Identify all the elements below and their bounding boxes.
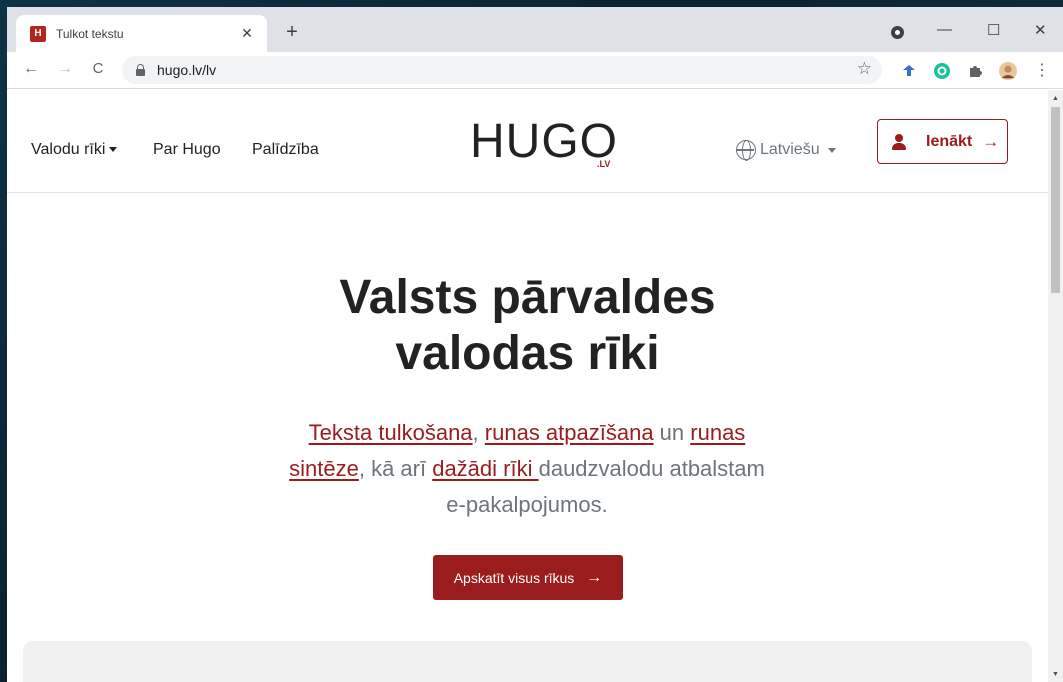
link-dazadi-riki[interactable]: dažādi rīki (432, 456, 538, 481)
url-text[interactable]: hugo.lv/lv (157, 62, 216, 78)
reload-button[interactable]: C (88, 60, 108, 77)
hero-text-part2: , kā arī (358, 456, 433, 481)
close-window-button[interactable]: ✕ (1034, 21, 1047, 39)
bookmark-star-icon[interactable]: ☆ (857, 59, 872, 79)
globe-icon (736, 140, 756, 161)
back-button[interactable]: ← (21, 60, 41, 78)
language-label: Latviešu (760, 141, 820, 158)
arrow-right-icon: → (586, 568, 603, 586)
tab-title: Tulkot tekstu (56, 26, 124, 41)
tab-close-icon[interactable]: ✕ (237, 25, 257, 42)
extension-blue-icon[interactable] (900, 62, 918, 80)
tab-tulkot-tekstu[interactable]: H Tulkot tekstu ✕ (16, 15, 267, 52)
profile-avatar[interactable] (999, 62, 1017, 80)
language-selector[interactable]: Latviešu (736, 140, 836, 161)
browser-menu-icon[interactable]: ⋮ (1032, 60, 1052, 80)
user-icon (892, 133, 906, 150)
extensions-puzzle-icon[interactable] (966, 62, 984, 80)
page-content: Valodu rīki Par Hugo Palīdzība HUGO .LV … (7, 90, 1048, 682)
browser-window: H Tulkot tekstu ✕ + — ☐ ✕ ← → C hugo.lv/… (7, 7, 1063, 682)
address-bar[interactable]: hugo.lv/lv ☆ (122, 56, 882, 84)
caret-down-icon (827, 147, 836, 153)
login-label: Ienākt (926, 132, 973, 150)
new-tab-button[interactable]: + (281, 21, 303, 44)
content-panel (23, 641, 1032, 682)
arrow-right-icon: → (982, 131, 1000, 151)
media-record-icon[interactable] (891, 26, 904, 39)
login-button[interactable]: Ienākt → (877, 119, 1008, 164)
browser-toolbar: ← → C hugo.lv/lv ☆ ⋮ (7, 52, 1063, 89)
nav-valodu-riki[interactable]: Valodu rīki (31, 141, 118, 159)
scroll-down-arrow-icon[interactable]: ▼ (1048, 668, 1063, 682)
site-navbar: Valodu rīki Par Hugo Palīdzība HUGO .LV … (7, 90, 1048, 193)
view-all-tools-button[interactable]: Apskatīt visus rīkus → (433, 555, 623, 600)
cta-label: Apskatīt visus rīkus (453, 569, 575, 586)
grammarly-icon[interactable] (933, 62, 951, 80)
hero-text-part1: un (653, 420, 691, 445)
nav-palidziba[interactable]: Palīdzība (252, 141, 319, 159)
hugo-favicon-icon: H (30, 25, 46, 42)
hero-description: Teksta tulkošana, runas atpazīšana un ru… (277, 415, 777, 523)
tab-strip: H Tulkot tekstu ✕ + — ☐ ✕ (7, 7, 1063, 52)
maximize-button[interactable]: ☐ (987, 21, 1000, 39)
hero-title-line2: valodas rīki (395, 327, 660, 380)
hugo-logo[interactable]: HUGO (470, 118, 618, 166)
link-runas-atpazisana[interactable]: runas atpazīšana (485, 420, 654, 445)
forward-button[interactable]: → (55, 60, 75, 78)
lock-icon[interactable] (136, 63, 145, 76)
hero-title: Valsts pārvaldes valodas rīki (7, 270, 1048, 382)
hero-title-line1: Valsts pārvaldes (339, 271, 716, 324)
link-teksta-tulkosana[interactable]: Teksta tulkošana (309, 420, 473, 445)
scrollbar-thumb[interactable] (1051, 107, 1060, 293)
caret-down-icon (109, 147, 118, 153)
logo-suffix: .LV (597, 159, 611, 169)
nav-par-hugo[interactable]: Par Hugo (153, 141, 221, 159)
vertical-scrollbar[interactable]: ▲ ▼ (1048, 90, 1063, 682)
scroll-up-arrow-icon[interactable]: ▲ (1048, 92, 1063, 106)
minimize-button[interactable]: — (937, 21, 952, 38)
hero-text-sep1: , (472, 420, 485, 445)
nav-valodu-riki-label: Valodu rīki (31, 141, 106, 158)
